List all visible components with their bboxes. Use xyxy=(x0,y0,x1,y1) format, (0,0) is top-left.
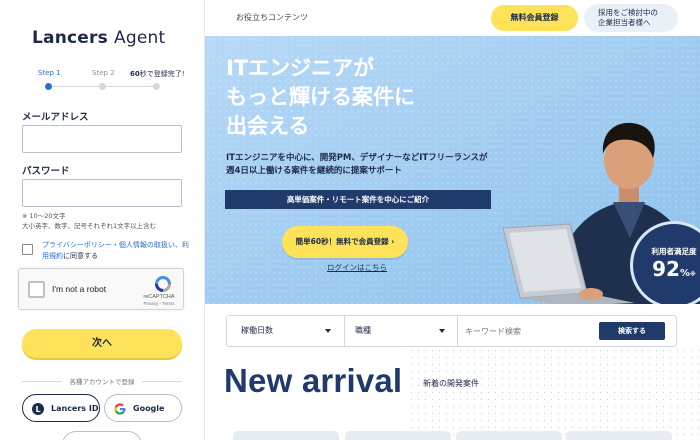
consent-agree-text: に同意する xyxy=(63,252,98,260)
email-field[interactable] xyxy=(22,125,182,153)
social-divider: 各種アカウントで登録 xyxy=(22,375,182,387)
recaptcha-label: I'm not a robot xyxy=(52,284,107,294)
login-link[interactable]: ログインはこちら xyxy=(327,262,387,273)
lancers-id-button[interactable]: L Lancers ID xyxy=(22,394,100,422)
google-button[interactable]: Google xyxy=(104,394,182,422)
new-arrival-title: New arrival xyxy=(224,362,403,399)
password-hint-rules: 大小英字、数字、記号それぞれ1文字以上含む xyxy=(22,222,157,230)
step-1-dot xyxy=(45,83,52,90)
recaptcha-widget: I'm not a robot reCAPTCHA Privacy - Term… xyxy=(18,268,184,310)
lancers-icon: L xyxy=(32,403,44,415)
recaptcha-icon xyxy=(155,276,171,292)
job-card[interactable] xyxy=(566,431,672,440)
operating-days-select[interactable]: 稼働日数 xyxy=(241,316,337,346)
google-label: Google xyxy=(133,404,165,413)
new-arrival-subtitle: 新着の開発案件 xyxy=(423,379,479,388)
divider-line-right xyxy=(142,381,182,382)
step-complete-text: 秒で登録完了! xyxy=(139,70,185,78)
top-header: お役立ちコンテンツ 無料会員登録 採用をご検討中の 企業担当者様へ xyxy=(205,0,700,36)
hero-title: ITエンジニアが もっと輝ける案件に 出会える xyxy=(226,56,415,138)
search-divider xyxy=(457,316,458,346)
satisfaction-note: ※ xyxy=(690,271,696,278)
chevron-down-icon xyxy=(439,329,445,333)
hero-feature-band: 高単価案件・リモート案件を中心にご紹介 xyxy=(225,190,491,209)
recaptcha-brand: reCAPTCHA xyxy=(143,294,175,300)
email-label: メールアドレス xyxy=(22,112,89,123)
step-2-label: Step 2 xyxy=(92,69,115,77)
satisfaction-label: 利用者満足度 xyxy=(651,247,697,256)
signup-steps: Step 1 Step 2 60秒で登録完了! xyxy=(22,66,190,96)
chevron-down-icon xyxy=(325,329,331,333)
job-search-bar: 稼働日数 職種 検索する xyxy=(226,315,677,347)
free-register-button[interactable]: 無料会員登録 xyxy=(491,5,578,31)
hero-register-button[interactable]: 簡単60秒！無料で会員登録 › xyxy=(282,226,408,258)
svg-text:L: L xyxy=(35,405,40,414)
useful-content-link[interactable]: お役立ちコンテンツ xyxy=(236,12,308,23)
job-card[interactable] xyxy=(345,431,451,440)
job-card[interactable] xyxy=(456,431,562,440)
more-social-button[interactable] xyxy=(62,431,142,440)
job-type-select[interactable]: 職種 xyxy=(355,316,451,346)
satisfaction-unit: % xyxy=(679,268,691,279)
job-type-label: 職種 xyxy=(355,326,371,335)
hero-subtitle: ITエンジニアを中心に、開発PM、デザイナーなどITフリーランスが 週4日以上働… xyxy=(226,153,488,176)
satisfaction-value: 92%※ xyxy=(633,257,700,281)
step-1-label: Step 1 xyxy=(38,69,61,77)
job-card[interactable] xyxy=(233,431,339,440)
operating-days-label: 稼働日数 xyxy=(241,326,273,335)
step-3-dot xyxy=(153,83,160,90)
search-divider xyxy=(344,316,345,346)
step-complete-seconds: 60 xyxy=(130,70,140,78)
google-icon xyxy=(114,403,126,415)
step-2-dot xyxy=(99,83,106,90)
hero-banner: ITエンジニアが もっと輝ける案件に 出会える ITエンジニアを中心に、開発PM… xyxy=(205,36,700,304)
lancers-agent-logo[interactable]: Lancers Agent xyxy=(32,28,165,48)
recaptcha-privacy-terms[interactable]: Privacy - Terms xyxy=(141,301,177,306)
consent-text: プライバシーポリシー・個人情報の取扱い、利用規約に同意する xyxy=(42,240,192,262)
password-hint-length: ※ 10〜20文字 xyxy=(22,212,66,220)
password-field[interactable] xyxy=(22,179,182,207)
consent-checkbox[interactable] xyxy=(22,244,33,255)
password-hint: ※ 10〜20文字 大小英字、数字、記号それぞれ1文字以上含む xyxy=(22,211,156,231)
keyword-search-input[interactable] xyxy=(465,316,585,346)
next-button[interactable]: 次へ xyxy=(22,329,182,358)
password-label: パスワード xyxy=(22,166,70,177)
signup-sidebar: Lancers Agent Step 1 Step 2 60秒で登録完了! メー… xyxy=(0,0,205,440)
recaptcha-checkbox[interactable] xyxy=(28,281,45,298)
lancers-id-label: Lancers ID xyxy=(51,404,99,413)
satisfaction-number: 92 xyxy=(652,257,680,281)
step-complete-label: 60秒で登録完了! xyxy=(130,69,185,79)
search-button[interactable]: 検索する xyxy=(599,322,665,340)
corporate-contact-button[interactable]: 採用をご検討中の 企業担当者様へ xyxy=(584,4,678,32)
